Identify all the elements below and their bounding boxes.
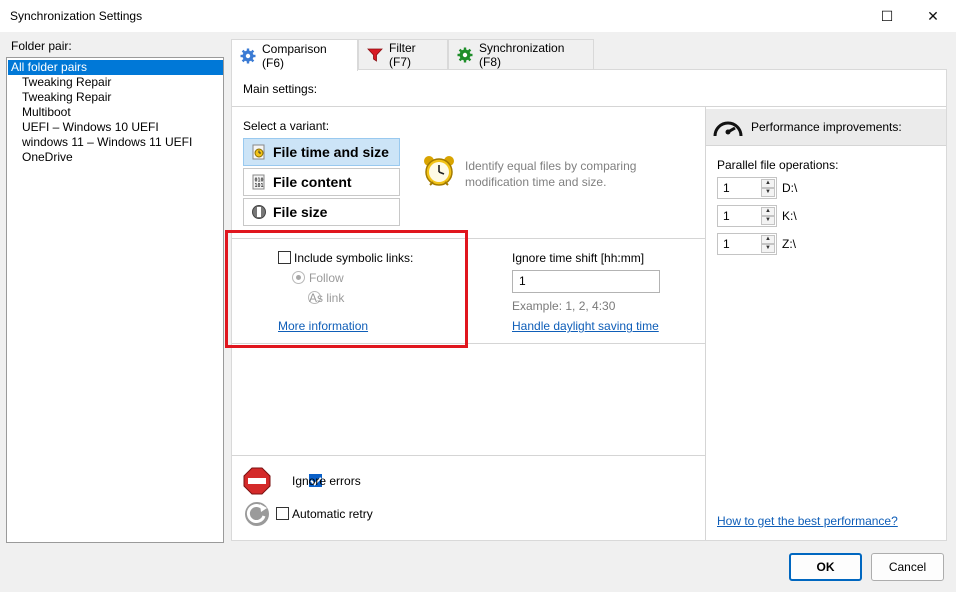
variant-file-size-button[interactable]: File size: [243, 198, 400, 226]
tab-synchronization-label: Synchronization (F8): [479, 41, 565, 69]
spinner-value: 1: [723, 209, 730, 223]
divider: [232, 455, 705, 456]
up-arrow-icon[interactable]: ▲: [761, 235, 775, 244]
maximize-button[interactable]: ☐: [864, 0, 910, 32]
alarm-clock-icon: [422, 154, 456, 191]
down-arrow-icon[interactable]: ▼: [761, 188, 775, 197]
divider: [232, 106, 946, 107]
parallel-ops-d-spinner[interactable]: 1 ▲ ▼: [717, 177, 777, 199]
automatic-retry-label: Automatic retry: [292, 507, 373, 521]
performance-heading: Performance improvements:: [751, 120, 902, 134]
variant-file-time-size-button[interactable]: File time and size: [243, 138, 400, 166]
retry-icon: [243, 500, 271, 531]
ok-button[interactable]: OK: [789, 553, 862, 581]
folder-pair-label: Folder pair:: [11, 39, 72, 53]
gear-icon: [240, 48, 256, 64]
binary-file-icon: 010 101: [251, 174, 267, 190]
close-icon: ✕: [927, 7, 939, 24]
spinner-value: 1: [723, 237, 730, 251]
divider: [705, 107, 706, 540]
spinner-value: 1: [723, 181, 730, 195]
title-bar: Synchronization Settings ☐ ✕: [0, 0, 956, 32]
close-button[interactable]: ✕: [910, 0, 956, 32]
folder-pair-item[interactable]: Multiboot: [22, 105, 71, 120]
time-shift-input[interactable]: 1: [512, 270, 660, 293]
best-performance-link[interactable]: How to get the best performance?: [717, 514, 898, 528]
tab-synchronization[interactable]: Synchronization (F8): [448, 39, 594, 70]
parallel-ops-k-spinner[interactable]: 1 ▲ ▼: [717, 205, 777, 227]
svg-text:101: 101: [255, 183, 264, 189]
cancel-button[interactable]: Cancel: [871, 553, 944, 581]
up-arrow-icon[interactable]: ▲: [761, 207, 775, 216]
down-arrow-icon[interactable]: ▼: [761, 244, 775, 253]
variant-description: Identify equal files by comparing modifi…: [465, 159, 637, 189]
variant-label: File size: [273, 204, 328, 220]
down-arrow-icon[interactable]: ▼: [761, 216, 775, 225]
stop-sign-icon: [243, 467, 271, 498]
parallel-ops-z-spinner[interactable]: 1 ▲ ▼: [717, 233, 777, 255]
drive-label: D:\: [782, 181, 798, 195]
select-variant-label: Select a variant:: [243, 119, 330, 133]
folder-pair-item[interactable]: Tweaking Repair: [22, 90, 111, 105]
clock-file-icon: [251, 144, 267, 160]
main-settings-heading: Main settings:: [243, 82, 318, 96]
folder-pair-item[interactable]: windows 11 – Windows 11 UEFI: [22, 135, 192, 150]
up-arrow-icon[interactable]: ▲: [761, 179, 775, 188]
variant-file-content-button[interactable]: 010 101 File content: [243, 168, 400, 196]
automatic-retry-checkbox[interactable]: [276, 507, 289, 520]
folder-pair-item[interactable]: UEFI – Windows 10 UEFI: [22, 120, 159, 135]
time-shift-example: Example: 1, 2, 4:30: [512, 299, 616, 313]
filter-icon: [367, 47, 383, 63]
variant-label: File content: [273, 174, 352, 190]
tab-comparison[interactable]: Comparison (F6): [231, 39, 358, 71]
drive-label: K:\: [782, 209, 797, 223]
speedometer-icon: [712, 114, 744, 143]
ignore-errors-label: Ignore errors: [292, 474, 361, 488]
maximize-icon: ☐: [880, 7, 894, 24]
folder-pair-item[interactable]: Tweaking Repair: [22, 75, 111, 90]
highlight-box: [225, 230, 468, 348]
window-title: Synchronization Settings: [10, 9, 143, 23]
spinner-arrows[interactable]: ▲ ▼: [761, 207, 775, 225]
size-file-icon: [251, 204, 267, 220]
spinner-arrows[interactable]: ▲ ▼: [761, 235, 775, 253]
parallel-ops-label: Parallel file operations:: [717, 158, 839, 172]
folder-pair-list[interactable]: All folder pairs Tweaking Repair Tweakin…: [6, 57, 224, 543]
variant-label: File time and size: [273, 144, 389, 160]
daylight-saving-link[interactable]: Handle daylight saving time: [512, 319, 659, 333]
green-gear-icon: [457, 47, 473, 63]
tab-filter[interactable]: Filter (F7): [358, 39, 448, 70]
folder-pair-item-all[interactable]: All folder pairs: [8, 60, 223, 75]
tab-filter-label: Filter (F7): [389, 41, 416, 69]
drive-label: Z:\: [782, 237, 796, 251]
folder-pair-item[interactable]: OneDrive: [22, 150, 73, 165]
tab-comparison-label: Comparison (F6): [262, 41, 327, 70]
time-shift-label: Ignore time shift [hh:mm]: [512, 251, 645, 265]
spinner-arrows[interactable]: ▲ ▼: [761, 179, 775, 197]
